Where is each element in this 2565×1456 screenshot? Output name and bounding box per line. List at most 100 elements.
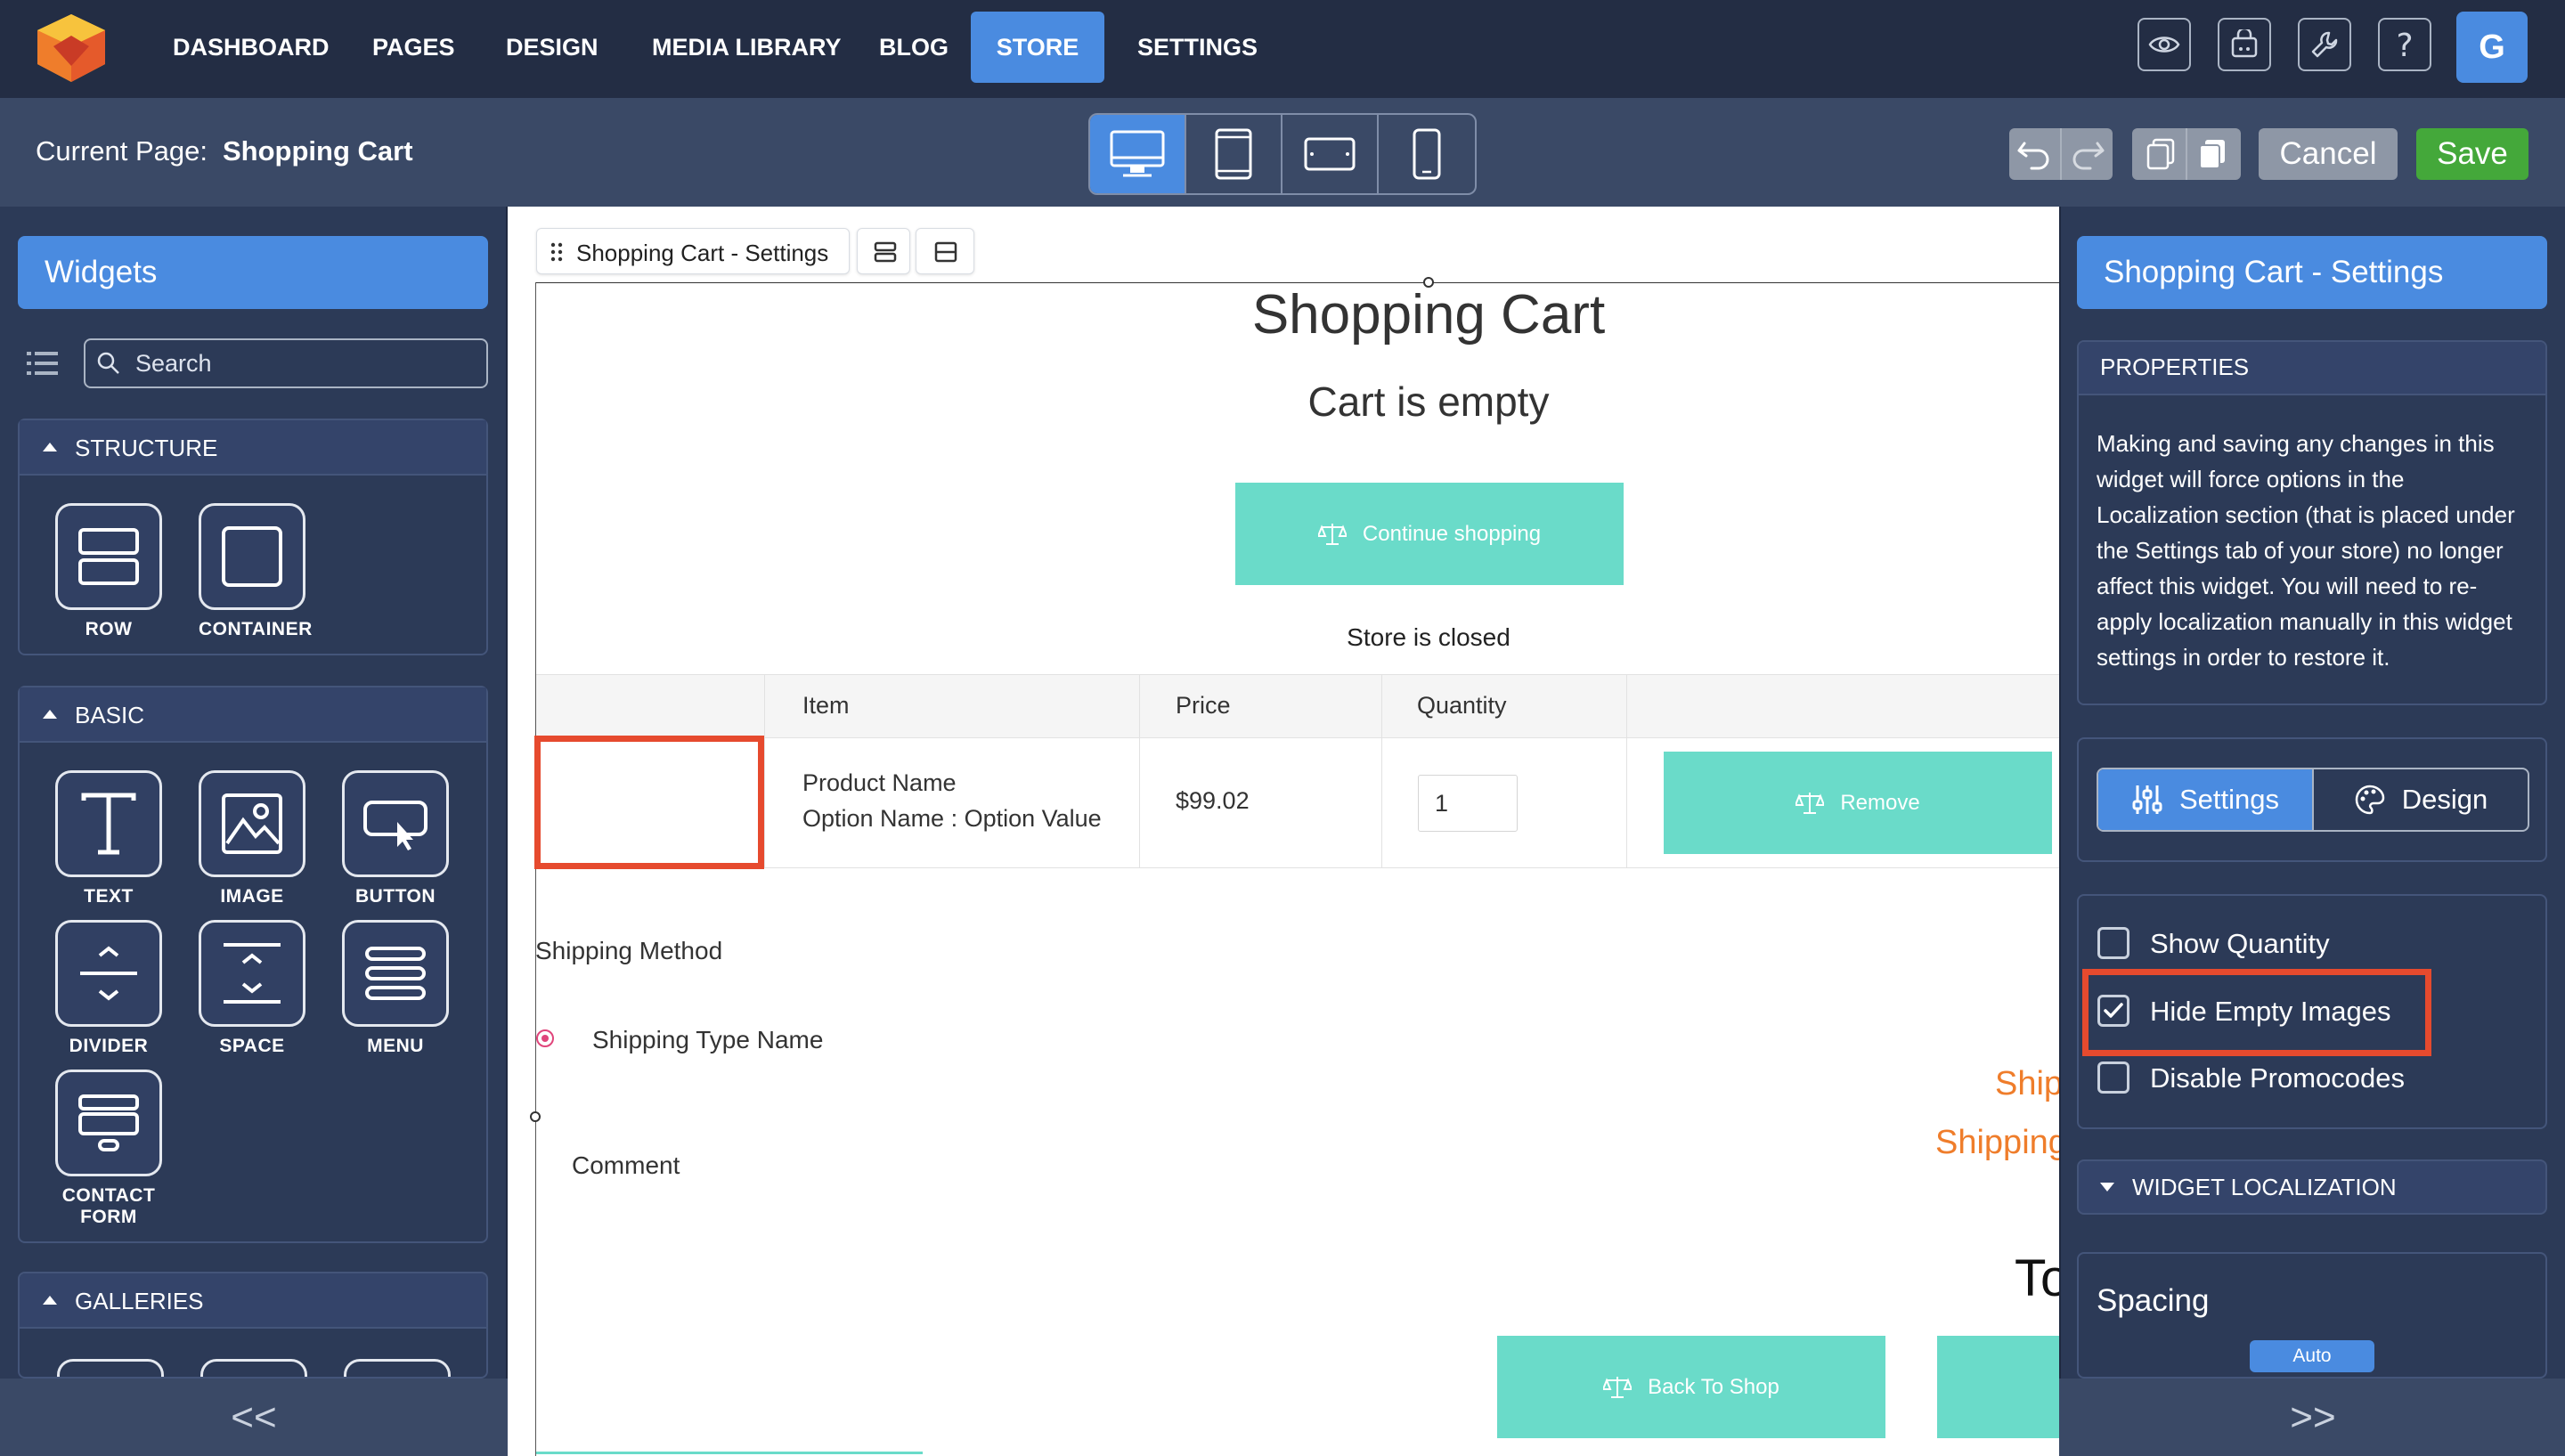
quantity-input[interactable]: 1 (1418, 775, 1518, 832)
remove-button[interactable]: Remove (1664, 752, 2052, 854)
copy-icon[interactable] (2143, 136, 2178, 172)
shipping-total-label: Shipping (1935, 1124, 2067, 1161)
svg-text:?: ? (2396, 28, 2413, 61)
nav-design[interactable]: DESIGN (484, 12, 620, 83)
device-tablet-button[interactable] (1186, 115, 1282, 193)
device-desktop-button[interactable] (1090, 115, 1186, 193)
disable-promocodes-label: Disable Promocodes (2150, 1062, 2406, 1094)
app-logo[interactable] (30, 11, 112, 85)
widgets-panel-title: Widgets (18, 236, 488, 309)
nav-dashboard[interactable]: DASHBOARD (151, 12, 351, 83)
table-header-item: Item (802, 692, 850, 719)
collapse-left-panel-button[interactable]: << (0, 1379, 508, 1456)
widget-menu[interactable]: MENU (342, 920, 449, 1057)
hide-empty-images-checkbox[interactable] (2097, 995, 2129, 1027)
undo-icon[interactable] (2015, 138, 2055, 170)
back-to-shop-label: Back To Shop (1648, 1374, 1779, 1399)
tools-button[interactable] (2298, 18, 2351, 71)
shipping-type-name: Shipping Type Name (592, 1026, 824, 1053)
device-tablet-landscape-button[interactable] (1282, 115, 1379, 193)
nav-media-library[interactable]: MEDIA LIBRARY (631, 12, 863, 83)
scale-icon (1603, 1376, 1633, 1398)
store-button[interactable] (2218, 18, 2271, 71)
nav-settings[interactable]: SETTINGS (1116, 12, 1279, 83)
list-view-icon[interactable] (27, 350, 59, 377)
breadcrumb-widget[interactable]: Shopping Cart - Settings (536, 228, 850, 274)
copy-paste-group (2132, 128, 2241, 180)
save-button[interactable]: Save (2416, 128, 2528, 180)
continue-shopping-label: Continue shopping (1362, 521, 1542, 546)
selection-left-border (535, 282, 536, 1456)
widget-localization-section[interactable]: WIDGET LOCALIZATION (2077, 1159, 2547, 1215)
product-option: Option Name : Option Value (802, 805, 1102, 832)
paste-icon[interactable] (2194, 136, 2230, 172)
current-page-value[interactable]: Shopping Cart (223, 135, 413, 167)
gallery-widget-1[interactable] (57, 1359, 164, 1377)
table-col-divider (1626, 674, 1627, 868)
widget-container[interactable]: CONTAINER (199, 503, 312, 640)
caret-down-icon (2100, 1183, 2114, 1192)
tab-settings[interactable]: Settings (2098, 769, 2312, 830)
gallery-widget-3[interactable] (344, 1359, 451, 1377)
store-closed-notice: Store is closed (1347, 623, 1510, 651)
current-page-label: Current Page: (36, 135, 208, 167)
user-avatar[interactable]: G (2456, 12, 2528, 83)
remove-label: Remove (1840, 790, 1920, 815)
breadcrumb-row[interactable] (857, 228, 910, 274)
bottom-accent-line (536, 1452, 923, 1454)
structure-section-header[interactable]: STRUCTURE (20, 420, 486, 476)
redo-icon[interactable] (2067, 138, 2106, 170)
product-name: Product Name (802, 769, 957, 796)
preview-button[interactable] (2138, 18, 2191, 71)
device-switcher (1088, 113, 1477, 195)
properties-description: Making and saving any changes in this wi… (2097, 430, 2515, 671)
cancel-button[interactable]: Cancel (2259, 128, 2398, 180)
gallery-widget-2[interactable] (200, 1359, 307, 1377)
spacing-auto-badge[interactable]: Auto (2250, 1340, 2374, 1372)
wrench-icon (2311, 31, 2338, 58)
divider-icon (80, 946, 137, 1001)
breadcrumb-label: Shopping Cart - Settings (576, 240, 829, 266)
nav-store[interactable]: STORE (971, 12, 1104, 83)
tab-design[interactable]: Design (2312, 769, 2528, 830)
widget-text[interactable]: TEXT (55, 770, 162, 907)
menu-icon (365, 947, 426, 1000)
help-button[interactable]: ? (2378, 18, 2431, 71)
widget-localization-title: WIDGET LOCALIZATION (2132, 1174, 2397, 1200)
hide-empty-images-label: Hide Empty Images (2150, 996, 2391, 1027)
nav-blog[interactable]: BLOG (858, 12, 970, 83)
device-phone-button[interactable] (1379, 115, 1475, 193)
basic-section-header[interactable]: BASIC (20, 687, 486, 743)
comment-label: Comment (572, 1151, 680, 1179)
widget-divider[interactable]: DIVIDER (55, 920, 162, 1057)
resize-handle-left[interactable] (530, 1111, 541, 1122)
back-to-shop-button[interactable]: Back To Shop (1497, 1336, 1885, 1438)
image-icon (222, 793, 282, 854)
tablet-landscape-icon (1304, 137, 1356, 171)
widget-button[interactable]: BUTTON (342, 770, 449, 907)
widget-image[interactable]: IMAGE (199, 770, 305, 907)
widget-contact-form[interactable]: CONTACT FORM (55, 1070, 162, 1228)
drag-handle-icon[interactable] (550, 241, 564, 263)
nav-pages[interactable]: PAGES (351, 12, 476, 83)
shipping-method-label: Shipping Method (535, 937, 723, 964)
palette-icon (2355, 785, 2385, 815)
checkout-button[interactable] (1937, 1336, 2059, 1438)
disable-promocodes-checkbox[interactable] (2097, 1061, 2129, 1094)
breadcrumb-container[interactable] (916, 228, 974, 274)
spacing-title: Spacing (2097, 1283, 2210, 1318)
table-header-quantity: Quantity (1417, 692, 1507, 719)
show-quantity-checkbox[interactable] (2097, 927, 2129, 959)
collapse-right-panel-button[interactable]: >> (2059, 1379, 2565, 1456)
continue-shopping-button[interactable]: Continue shopping (1235, 483, 1624, 585)
help-icon: ? (2396, 28, 2413, 61)
search-icon (96, 351, 121, 376)
store-cart-icon (2231, 29, 2258, 58)
row-icon (78, 528, 139, 585)
table-col-divider (764, 674, 765, 868)
scale-icon (1796, 792, 1825, 814)
widget-space[interactable]: SPACE (199, 920, 305, 1057)
shipping-type-radio[interactable] (536, 1029, 554, 1047)
galleries-section-header[interactable]: GALLERIES (20, 1273, 486, 1329)
widget-row[interactable]: ROW (55, 503, 162, 640)
